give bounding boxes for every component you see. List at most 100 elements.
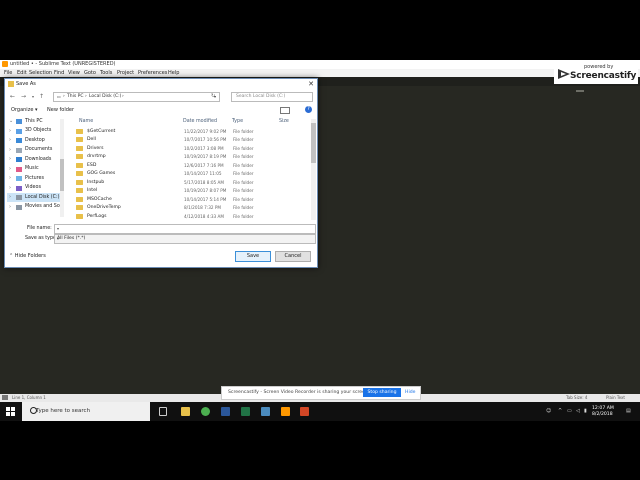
menu-edit[interactable]: Edit bbox=[17, 70, 27, 76]
breadcrumb-local-disk[interactable]: Local Disk (C:) bbox=[89, 94, 121, 99]
nav-item-videos[interactable]: › Videos bbox=[7, 184, 63, 193]
folder-3d-icon bbox=[16, 128, 22, 134]
nav-scroll-thumb[interactable] bbox=[60, 159, 64, 191]
panel-toggle-icon[interactable] bbox=[2, 395, 8, 400]
chevron-right-icon[interactable]: › bbox=[9, 185, 11, 191]
network-icon[interactable]: ▭ bbox=[567, 408, 572, 414]
nav-item-local-disk[interactable]: › Local Disk (C:) bbox=[7, 193, 63, 202]
file-row[interactable]: OneDriveTemp 8/1/2018 7:32 PM File folde… bbox=[67, 204, 313, 213]
tab-size[interactable]: Tab Size: 4 bbox=[566, 395, 587, 400]
search-placeholder: Search Local Disk (C:) bbox=[236, 94, 286, 99]
taskbar-search-placeholder: Type here to search bbox=[36, 408, 91, 414]
chevron-right-icon[interactable]: › bbox=[9, 128, 11, 134]
column-name[interactable]: Name bbox=[79, 119, 93, 124]
clock-date[interactable]: 8/2/2018 bbox=[592, 412, 613, 417]
file-row[interactable]: GOG Games 10/14/2017 11:05 File folder bbox=[67, 170, 313, 179]
volume-icon[interactable]: ◁ bbox=[576, 408, 580, 414]
file-row[interactable]: drvrtmp 10/19/2017 8:19 PM File folder bbox=[67, 153, 313, 162]
breadcrumb-this-pc[interactable]: This PC bbox=[67, 94, 83, 99]
nav-item-pictures[interactable]: › Pictures bbox=[7, 174, 63, 183]
chevron-right-icon[interactable]: › bbox=[9, 194, 11, 200]
menu-find[interactable]: Find bbox=[54, 70, 64, 76]
file-row[interactable]: Intel 10/19/2017 8:07 PM File folder bbox=[67, 187, 313, 196]
new-folder-button[interactable]: New folder bbox=[47, 107, 74, 113]
back-icon[interactable]: ← bbox=[10, 93, 15, 100]
nav-item-movies-and-sou[interactable]: › Movies and Sou bbox=[7, 203, 63, 212]
app-icon[interactable] bbox=[261, 407, 270, 416]
file-row[interactable]: $GetCurrent 11/22/2017 9:02 PM File fold… bbox=[67, 127, 313, 136]
nav-item-desktop[interactable]: › Desktop bbox=[7, 136, 63, 145]
nav-item-documents[interactable]: › Documents bbox=[7, 146, 63, 155]
powerpoint-icon[interactable] bbox=[300, 407, 309, 416]
menu-file[interactable]: File bbox=[4, 70, 12, 76]
refresh-icon[interactable]: ↻ bbox=[211, 93, 215, 99]
people-icon[interactable]: ☺ bbox=[546, 408, 551, 414]
taskbar-search[interactable]: Type here to search bbox=[22, 402, 150, 421]
column-type[interactable]: Type bbox=[232, 119, 243, 124]
save-type-select[interactable]: All Files (*.*) ▾ bbox=[54, 234, 316, 244]
search-input[interactable]: Search Local Disk (C:) bbox=[231, 92, 313, 102]
folder-icon bbox=[76, 171, 83, 176]
chevron-right-icon[interactable]: › bbox=[9, 137, 11, 143]
file-explorer-icon[interactable] bbox=[181, 407, 190, 416]
pc-crumb-icon: ▭ bbox=[57, 94, 61, 99]
menu-preferences[interactable]: Preferences bbox=[138, 70, 167, 76]
windows-start-icon[interactable] bbox=[6, 407, 15, 416]
stop-sharing-button[interactable]: Stop sharing bbox=[363, 388, 401, 397]
file-row[interactable]: ESD 12/6/2017 7:16 PM File folder bbox=[67, 161, 313, 170]
sublime-taskbar-icon[interactable] bbox=[281, 407, 290, 416]
cursor-position: Line 1, Column 1 bbox=[12, 395, 46, 400]
chevron-down-icon[interactable]: ▾ bbox=[57, 226, 313, 231]
syntax-label[interactable]: Plain Text bbox=[606, 395, 625, 400]
chevron-down-icon[interactable]: ▾ bbox=[57, 236, 313, 241]
chevron-right-icon[interactable]: › bbox=[9, 147, 11, 153]
help-icon[interactable]: ? bbox=[305, 106, 312, 113]
chevron-right-icon[interactable]: › bbox=[9, 156, 11, 162]
chevron-up-icon[interactable]: ^ bbox=[558, 408, 562, 414]
hide-folders-button[interactable]: ⌃ Hide Folders bbox=[9, 253, 46, 259]
notifications-icon[interactable]: ▤ bbox=[626, 408, 631, 414]
nav-item-3d-objects[interactable]: › 3D Objects bbox=[7, 127, 63, 136]
menu-project[interactable]: Project bbox=[117, 70, 134, 76]
file-name-input[interactable]: ▾ bbox=[54, 224, 316, 234]
view-options-icon[interactable] bbox=[280, 107, 290, 114]
file-row[interactable]: Instpub 5/17/2018 8:05 AM File folder bbox=[67, 178, 313, 187]
address-bar[interactable]: ▭ › This PC › Local Disk (C:) › ▾ bbox=[53, 92, 220, 102]
hide-button[interactable]: Hide bbox=[405, 390, 415, 395]
recent-dropdown-icon[interactable]: ▾ bbox=[32, 94, 34, 99]
file-row[interactable]: MSOCache 10/14/2017 5:14 PM File folder bbox=[67, 195, 313, 204]
task-view-icon[interactable] bbox=[159, 407, 167, 416]
file-list-scroll-thumb[interactable] bbox=[311, 123, 316, 163]
organize-button[interactable]: Organize ▾ bbox=[11, 107, 38, 113]
chevron-right-icon[interactable]: › bbox=[9, 204, 11, 210]
column-date[interactable]: Date modified bbox=[183, 119, 217, 124]
column-size[interactable]: Size bbox=[279, 119, 289, 124]
word-icon[interactable] bbox=[221, 407, 230, 416]
menu-help[interactable]: Help bbox=[168, 70, 179, 76]
nav-item-this-pc[interactable]: ⌄ This PC bbox=[7, 117, 63, 126]
folder-icon bbox=[76, 205, 83, 210]
menu-goto[interactable]: Goto bbox=[84, 70, 96, 76]
menu-selection[interactable]: Selection bbox=[29, 70, 52, 76]
file-row[interactable]: PerfLogs 4/12/2018 4:33 AM File folder bbox=[67, 212, 313, 221]
nav-item-downloads[interactable]: › Downloads bbox=[7, 155, 63, 164]
up-icon[interactable]: ↑ bbox=[39, 93, 44, 100]
nav-item-music[interactable]: › Music bbox=[7, 165, 63, 174]
battery-icon[interactable]: ▮ bbox=[584, 408, 587, 414]
cancel-button[interactable]: Cancel bbox=[275, 251, 311, 262]
file-row[interactable]: Dell 10/7/2017 10:56 PM File folder bbox=[67, 136, 313, 145]
file-list: Name Date modified Type Size $GetCurrent… bbox=[67, 117, 313, 220]
clock-time[interactable]: 12:07 AM bbox=[592, 406, 614, 411]
chevron-down-icon[interactable]: ⌄ bbox=[9, 118, 13, 124]
chevron-right-icon[interactable]: › bbox=[9, 166, 11, 172]
save-button[interactable]: Save bbox=[235, 251, 271, 262]
menu-view[interactable]: View bbox=[68, 70, 80, 76]
chrome-icon[interactable] bbox=[201, 407, 210, 416]
forward-icon[interactable]: → bbox=[21, 93, 26, 100]
close-icon[interactable]: ✕ bbox=[307, 80, 315, 88]
folder-icon bbox=[76, 128, 83, 134]
menu-tools[interactable]: Tools bbox=[100, 70, 112, 76]
file-row[interactable]: Drivers 10/2/2017 3:08 PM File folder bbox=[67, 144, 313, 153]
chevron-right-icon[interactable]: › bbox=[9, 175, 11, 181]
excel-icon[interactable] bbox=[241, 407, 250, 416]
